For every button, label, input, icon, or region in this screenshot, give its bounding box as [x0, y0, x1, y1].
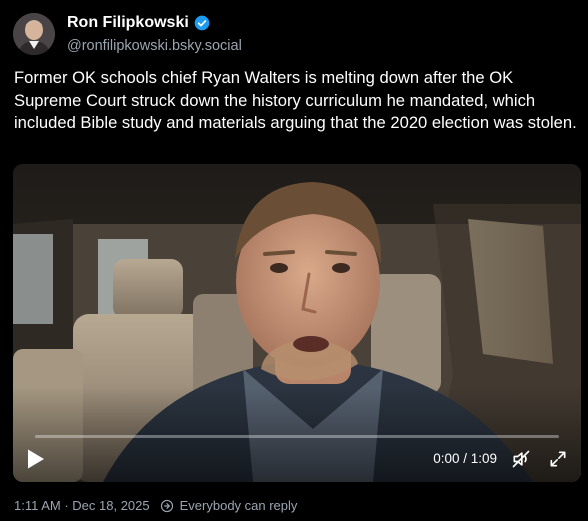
video-time: 0:00 / 1:09: [433, 451, 497, 466]
avatar-photo: [13, 13, 55, 55]
muted-speaker-icon[interactable]: [511, 449, 531, 469]
author-handle[interactable]: @ronfilipkowski.bsky.social: [67, 38, 242, 54]
reply-setting-label[interactable]: Everybody can reply: [180, 498, 298, 513]
play-icon[interactable]: [26, 448, 46, 470]
post-text: Former OK schools chief Ryan Walters is …: [14, 68, 577, 132]
author-display-name[interactable]: Ron Filipkowski: [67, 14, 189, 32]
video-progress-bar[interactable]: [35, 435, 559, 438]
avatar[interactable]: [13, 13, 55, 55]
verified-badge-icon: [194, 15, 210, 31]
video-player[interactable]: 0:00 / 1:09: [13, 164, 581, 482]
post-timestamp[interactable]: 1:11 AM · Dec 18, 2025: [14, 498, 150, 513]
author-name-row: Ron Filipkowski: [67, 14, 210, 32]
fullscreen-icon[interactable]: [548, 449, 568, 469]
post-meta: 1:11 AM · Dec 18, 2025 Everybody can rep…: [14, 498, 297, 513]
reply-settings-icon: [160, 499, 173, 512]
